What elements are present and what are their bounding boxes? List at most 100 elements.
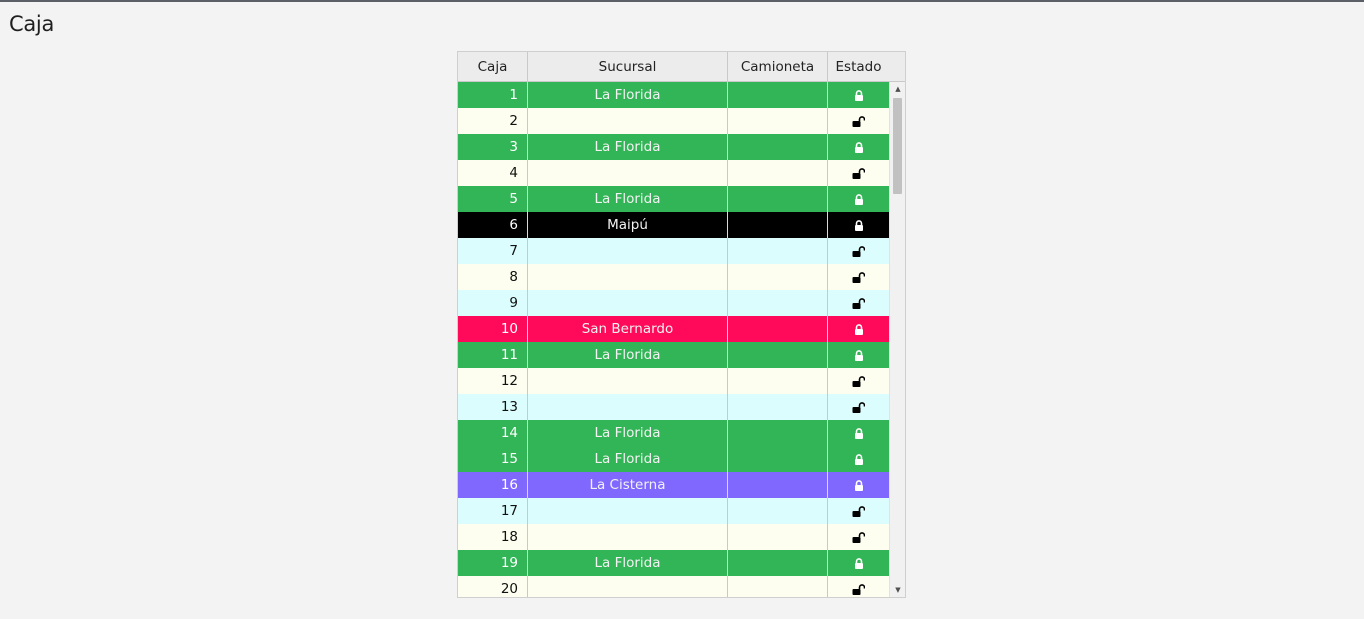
cell-caja: 10 [458, 316, 528, 342]
sucursal-label: La Cisterna [589, 477, 666, 493]
lock-icon[interactable] [854, 323, 864, 335]
cell-caja: 1 [458, 82, 528, 108]
column-header-camioneta[interactable]: Camioneta [728, 52, 828, 81]
table-row[interactable]: 17 [458, 498, 889, 524]
unlock-icon[interactable] [852, 375, 866, 387]
table-row[interactable]: 9 [458, 290, 889, 316]
cell-caja: 11 [458, 342, 528, 368]
table-row[interactable]: 8 [458, 264, 889, 290]
lock-icon[interactable] [854, 89, 864, 101]
table-row[interactable]: 14 La Florida [458, 420, 889, 446]
cell-caja: 16 [458, 472, 528, 498]
table-row[interactable]: 4 [458, 160, 889, 186]
scroll-thumb[interactable] [893, 98, 902, 194]
cell-caja: 13 [458, 394, 528, 420]
cell-sucursal [528, 368, 728, 394]
cell-estado [828, 264, 889, 290]
cell-estado [828, 108, 889, 134]
unlock-icon[interactable] [852, 297, 866, 309]
column-header-sucursal[interactable]: Sucursal [528, 52, 728, 81]
table-row[interactable]: 18 [458, 524, 889, 550]
table-row[interactable]: 16 La Cisterna [458, 472, 889, 498]
unlock-icon[interactable] [852, 115, 866, 127]
lock-icon[interactable] [854, 453, 864, 465]
lock-icon[interactable] [854, 427, 864, 439]
cell-camioneta [728, 290, 828, 316]
unlock-icon[interactable] [852, 245, 866, 257]
cell-camioneta [728, 550, 828, 576]
unlock-icon[interactable] [852, 583, 866, 595]
table-row[interactable]: 7 [458, 238, 889, 264]
table-row[interactable]: 12 [458, 368, 889, 394]
unlock-icon[interactable] [852, 505, 866, 517]
lock-icon[interactable] [854, 479, 864, 491]
cell-sucursal: La Florida [528, 446, 728, 472]
table-row[interactable]: 5 La Florida [458, 186, 889, 212]
unlock-icon[interactable] [852, 167, 866, 179]
lock-icon[interactable] [854, 349, 864, 361]
cell-sucursal [528, 290, 728, 316]
cell-camioneta [728, 316, 828, 342]
cell-caja: 3 [458, 134, 528, 160]
sucursal-label: La Florida [594, 87, 661, 103]
cell-camioneta [728, 524, 828, 550]
grid-scrollbar[interactable]: ▲ ▼ [889, 82, 905, 597]
lock-icon[interactable] [854, 141, 864, 153]
cell-estado [828, 472, 889, 498]
cell-caja: 8 [458, 264, 528, 290]
cell-estado [828, 160, 889, 186]
cell-sucursal: La Florida [528, 134, 728, 160]
cell-estado [828, 290, 889, 316]
cell-caja: 6 [458, 212, 528, 238]
cell-sucursal [528, 108, 728, 134]
lock-icon[interactable] [854, 193, 864, 205]
cell-caja: 20 [458, 576, 528, 597]
cell-caja: 2 [458, 108, 528, 134]
cell-estado [828, 342, 889, 368]
table-row[interactable]: 2 [458, 108, 889, 134]
cell-camioneta [728, 420, 828, 446]
table-row[interactable]: 15 La Florida [458, 446, 889, 472]
cell-caja: 4 [458, 160, 528, 186]
triangle-down-icon[interactable]: ▼ [890, 583, 905, 597]
cell-caja: 15 [458, 446, 528, 472]
cell-camioneta [728, 394, 828, 420]
unlock-icon[interactable] [852, 401, 866, 413]
cell-caja: 17 [458, 498, 528, 524]
cell-camioneta [728, 108, 828, 134]
sucursal-label: La Florida [594, 347, 661, 363]
cell-camioneta [728, 342, 828, 368]
table-row[interactable]: 11 La Florida [458, 342, 889, 368]
table-row[interactable]: 19 La Florida [458, 550, 889, 576]
cell-camioneta [728, 160, 828, 186]
triangle-up-icon[interactable]: ▲ [890, 82, 905, 96]
column-header-caja[interactable]: Caja [458, 52, 528, 81]
sucursal-label: La Florida [594, 191, 661, 207]
cell-camioneta [728, 264, 828, 290]
cell-sucursal: La Cisterna [528, 472, 728, 498]
unlock-icon[interactable] [852, 271, 866, 283]
sucursal-label: San Bernardo [581, 321, 674, 337]
top-bar [0, 0, 1364, 2]
sucursal-label: La Florida [594, 555, 661, 571]
cajas-grid: Caja Sucursal Camioneta Estado 1 La Flori… [457, 51, 906, 598]
cell-camioneta [728, 238, 828, 264]
cell-sucursal [528, 498, 728, 524]
table-row[interactable]: 20 [458, 576, 889, 597]
cell-camioneta [728, 134, 828, 160]
table-row[interactable]: 13 [458, 394, 889, 420]
lock-icon[interactable] [854, 557, 864, 569]
table-row[interactable]: 10 San Bernardo [458, 316, 889, 342]
cell-sucursal: La Florida [528, 186, 728, 212]
cell-camioneta [728, 446, 828, 472]
cell-estado [828, 368, 889, 394]
cell-camioneta [728, 212, 828, 238]
sucursal-label: La Florida [594, 451, 661, 467]
table-row[interactable]: 1 La Florida [458, 82, 889, 108]
column-header-estado[interactable]: Estado [828, 52, 889, 81]
lock-icon[interactable] [854, 219, 864, 231]
unlock-icon[interactable] [852, 531, 866, 543]
cell-estado [828, 446, 889, 472]
table-row[interactable]: 6 Maipú [458, 212, 889, 238]
table-row[interactable]: 3 La Florida [458, 134, 889, 160]
